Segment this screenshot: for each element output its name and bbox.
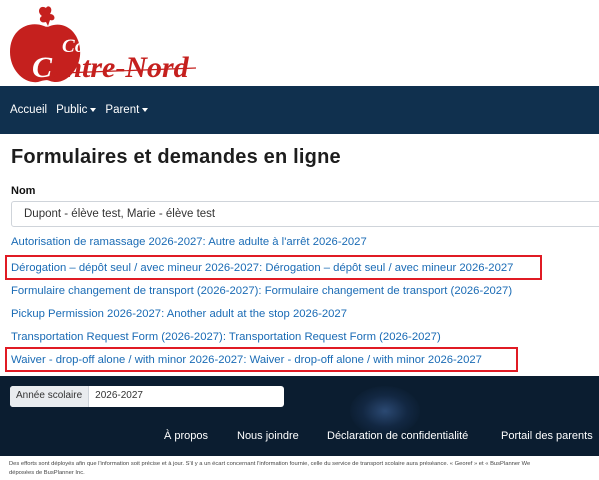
form-link-formulaire-changement[interactable]: Formulaire changement de transport (2026… [11, 285, 512, 297]
school-year-value: 2026-2027 [95, 390, 143, 401]
footer-links: À propos Nous joindre Déclaration de con… [0, 430, 599, 446]
footer-glow [350, 386, 420, 436]
footer: Année scolaire 2026-2027 À propos Nous j… [0, 376, 599, 456]
student-select[interactable]: Dupont - élève test, Marie - élève test [11, 201, 599, 227]
school-year-label: Année scolaire [10, 386, 90, 407]
nav-accueil-label: Accueil [10, 104, 48, 116]
logo-line2-rest: entre-Nord [52, 51, 189, 84]
footer-link-confidentialite[interactable]: Déclaration de confidentialité [327, 430, 468, 442]
disclaimer-line1: Des efforts sont déployés afin que l'inf… [9, 461, 531, 467]
highlight-box-waiver [5, 347, 518, 372]
form-link-autorisation-ramassage[interactable]: Autorisation de ramassage 2026-2027: Aut… [11, 236, 367, 248]
highlight-box-derogation [5, 255, 542, 280]
nav-accueil[interactable]: Accueil [10, 104, 47, 116]
disclaimer-line2: déposées de BusPlanner Inc. [9, 470, 85, 476]
form-link-transportation-request[interactable]: Transportation Request Form (2026-2027):… [11, 331, 441, 343]
logo-line2: Centre-Nord [32, 51, 189, 85]
nom-label: Nom [11, 185, 36, 197]
caret-down-icon [142, 107, 149, 112]
nav-public-label: Public [56, 104, 88, 116]
page-title: Formulaires et demandes en ligne [11, 146, 341, 168]
disclaimer: Des efforts sont déployés afin que l'inf… [9, 460, 599, 478]
nav-parent-label: Parent [105, 104, 140, 116]
school-year-field[interactable]: Année scolaire 2026-2027 [10, 386, 284, 407]
footer-link-a-propos[interactable]: À propos [164, 430, 208, 442]
form-link-pickup-permission[interactable]: Pickup Permission 2026-2027: Another adu… [11, 308, 347, 320]
top-navbar: Accueil Public Parent [0, 86, 599, 134]
nav-public-dropdown[interactable]: Public [56, 104, 97, 116]
logo[interactable]: Conseil scolaire Centre-Nord [6, 2, 206, 84]
logo-line2-initial: C [32, 51, 53, 84]
nav-parent-dropdown[interactable]: Parent [105, 104, 149, 116]
footer-link-nous-joindre[interactable]: Nous joindre [237, 430, 299, 442]
student-select-value: Dupont - élève test, Marie - élève test [24, 208, 216, 220]
footer-link-portail-parents[interactable]: Portail des parents [501, 430, 593, 442]
caret-down-icon [90, 107, 97, 112]
